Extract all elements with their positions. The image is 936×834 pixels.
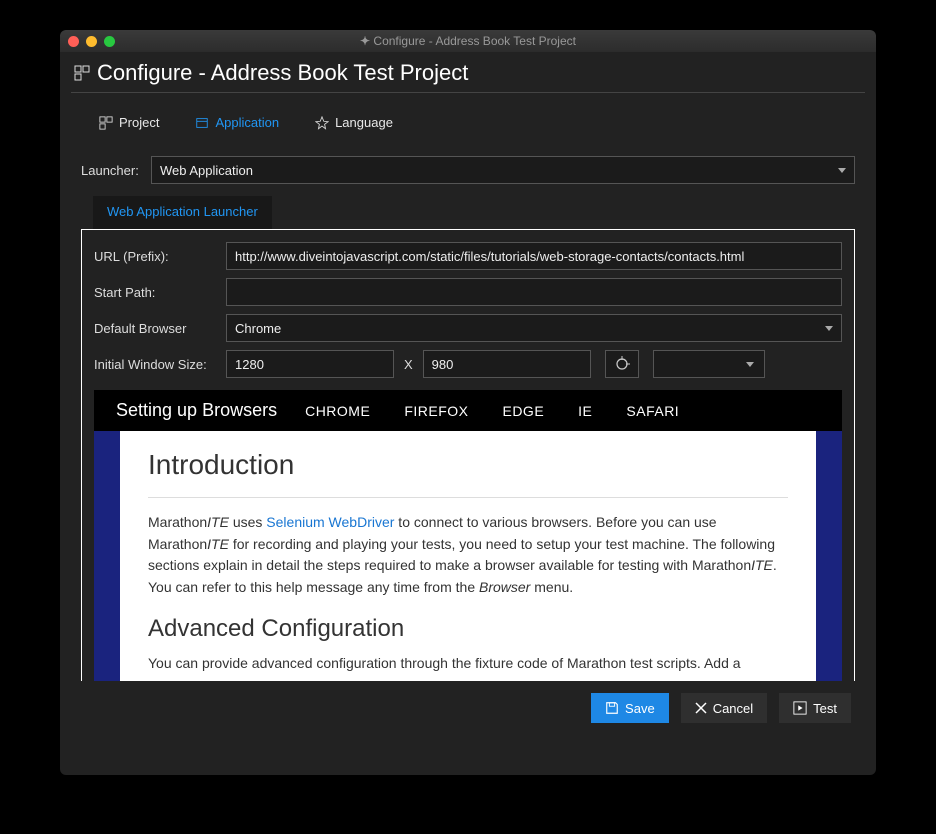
window-title: ✦ Configure - Address Book Test Project (60, 34, 876, 48)
project-icon (99, 116, 113, 130)
tab-label: Application (215, 115, 279, 130)
titlebar: ✦ Configure - Address Book Test Project (60, 30, 876, 52)
tab-label: Project (119, 115, 159, 130)
button-label: Save (625, 701, 655, 716)
cancel-button[interactable]: Cancel (681, 693, 767, 723)
selenium-link[interactable]: Selenium WebDriver (266, 514, 394, 530)
subtab-web-launcher[interactable]: Web Application Launcher (93, 196, 272, 229)
tab-application[interactable]: Application (177, 107, 297, 138)
browser-link-firefox[interactable]: FIREFOX (404, 403, 468, 419)
launcher-select[interactable]: Web Application (151, 156, 855, 184)
doc-subheading: Advanced Configuration (148, 615, 788, 643)
tab-project[interactable]: Project (81, 107, 177, 138)
page-title: Configure - Address Book Test Project (97, 60, 468, 86)
doc-frame: Introduction MarathonITE uses Selenium W… (94, 431, 842, 681)
window-minimize-button[interactable] (86, 36, 97, 47)
x-separator: X (404, 357, 413, 372)
window-size-label: Initial Window Size: (94, 357, 226, 372)
window-width-input[interactable] (226, 350, 394, 378)
page-title-row: Configure - Address Book Test Project (71, 52, 865, 93)
url-prefix-input[interactable] (226, 242, 842, 270)
test-button[interactable]: Test (779, 693, 851, 723)
launcher-value: Web Application (160, 163, 253, 178)
button-bar: Save Cancel Test (81, 681, 855, 723)
window-maximize-button[interactable] (104, 36, 115, 47)
browser-bar-heading: Setting up Browsers (116, 400, 277, 421)
capture-size-button[interactable] (605, 350, 639, 378)
default-browser-value: Chrome (235, 321, 281, 336)
doc-paragraph: MarathonITE uses Selenium WebDriver to c… (148, 512, 788, 599)
launcher-label: Launcher: (81, 163, 151, 178)
button-label: Cancel (713, 701, 753, 716)
start-path-input[interactable] (226, 278, 842, 306)
default-browser-label: Default Browser (94, 321, 226, 336)
target-icon (614, 356, 630, 372)
config-panel: URL (Prefix): Start Path: Default Browse… (81, 229, 855, 681)
language-icon (315, 116, 329, 130)
window: ✦ Configure - Address Book Test Project … (60, 30, 876, 775)
browser-link-safari[interactable]: SAFARI (626, 403, 679, 419)
window-close-button[interactable] (68, 36, 79, 47)
default-browser-select[interactable]: Chrome (226, 314, 842, 342)
save-button[interactable]: Save (591, 693, 669, 723)
chevron-down-icon (825, 326, 833, 331)
save-icon (605, 701, 619, 715)
tab-language[interactable]: Language (297, 107, 411, 138)
browser-link-ie[interactable]: IE (578, 403, 592, 419)
browser-link-chrome[interactable]: CHROME (305, 403, 370, 419)
url-prefix-label: URL (Prefix): (94, 249, 226, 264)
button-label: Test (813, 701, 837, 716)
start-path-label: Start Path: (94, 285, 226, 300)
browser-help-bar: Setting up Browsers CHROME FIREFOX EDGE … (94, 390, 842, 431)
doc-heading: Introduction (148, 449, 788, 498)
main-tabs: Project Application Language (71, 107, 865, 138)
application-icon (195, 116, 209, 130)
preset-size-select[interactable] (653, 350, 765, 378)
close-icon (695, 702, 707, 714)
doc-paragraph: You can provide advanced configuration t… (148, 653, 788, 675)
configure-icon (73, 64, 91, 82)
chevron-down-icon (746, 362, 754, 367)
browser-link-edge[interactable]: EDGE (502, 403, 544, 419)
chevron-down-icon (838, 168, 846, 173)
play-icon (793, 701, 807, 715)
help-document[interactable]: Introduction MarathonITE uses Selenium W… (120, 431, 816, 681)
tab-label: Language (335, 115, 393, 130)
window-height-input[interactable] (423, 350, 591, 378)
